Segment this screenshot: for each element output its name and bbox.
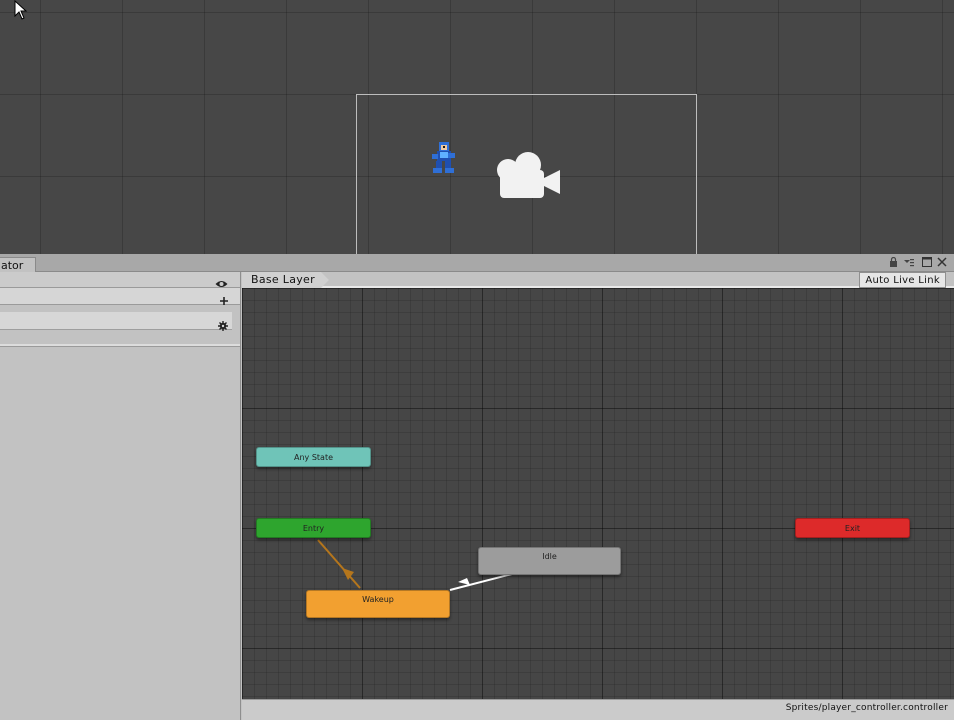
close-icon[interactable] bbox=[937, 257, 947, 271]
animator-window: ator Base Layer Auto Live Link Any State… bbox=[0, 254, 954, 720]
panel-divider bbox=[0, 344, 240, 347]
player-sprite[interactable] bbox=[428, 140, 458, 176]
auto-live-link-button[interactable]: Auto Live Link bbox=[859, 272, 946, 288]
state-any-state[interactable]: Any State bbox=[256, 447, 371, 467]
transition-arrow-wakeup-idle bbox=[458, 578, 470, 585]
controller-path: Sprites/player_controller.controller bbox=[785, 703, 948, 713]
graph-header: Base Layer Auto Live Link bbox=[242, 272, 954, 288]
panel-search-row[interactable] bbox=[0, 288, 240, 305]
state-wakeup[interactable]: Wakeup bbox=[306, 590, 450, 618]
lock-icon[interactable] bbox=[889, 256, 898, 271]
parameters-panel bbox=[0, 272, 241, 720]
layer-item[interactable] bbox=[0, 312, 232, 331]
camera-icon[interactable] bbox=[492, 150, 564, 202]
animator-tab[interactable]: ator bbox=[0, 257, 36, 273]
state-machine-graph[interactable]: Any State Entry Exit Idle Wakeup bbox=[242, 288, 954, 699]
panel-toolbar bbox=[0, 272, 240, 288]
scene-view[interactable] bbox=[0, 0, 954, 254]
animator-tab-bar: ator bbox=[0, 254, 954, 273]
animator-status-bar: Sprites/player_controller.controller bbox=[242, 699, 954, 720]
transition-entry-wakeup[interactable] bbox=[317, 539, 361, 589]
state-exit[interactable]: Exit bbox=[795, 518, 910, 538]
menu-icon[interactable] bbox=[904, 257, 914, 271]
maximize-icon[interactable] bbox=[922, 257, 932, 271]
gear-icon[interactable] bbox=[218, 316, 228, 335]
cursor-icon bbox=[14, 0, 28, 20]
state-idle[interactable]: Idle bbox=[478, 547, 621, 575]
breadcrumb-base-layer[interactable]: Base Layer bbox=[242, 272, 329, 288]
state-entry[interactable]: Entry bbox=[256, 518, 371, 538]
transition-layer bbox=[317, 539, 513, 591]
